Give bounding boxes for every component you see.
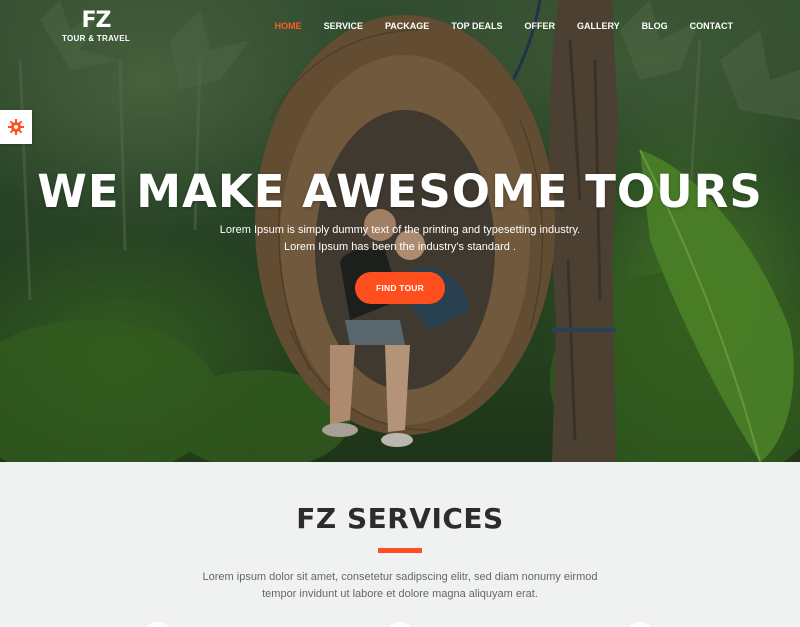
- hero-description: Lorem Ipsum is simply dummy text of the …: [0, 222, 800, 256]
- hero-section: FZ TOUR & TRAVEL HOME SERVICE PACKAGE TO…: [0, 0, 800, 462]
- logo-mark: FZ: [81, 8, 112, 33]
- nav-item-home[interactable]: HOME: [264, 20, 313, 32]
- service-icon-circle: [385, 622, 415, 627]
- find-tour-button[interactable]: FIND TOUR: [355, 272, 445, 304]
- site-logo[interactable]: FZ TOUR & TRAVEL: [60, 8, 132, 44]
- title-underline: [378, 548, 422, 553]
- hero-description-line-1: Lorem Ipsum is simply dummy text of the …: [219, 224, 581, 236]
- gear-icon: [8, 119, 24, 135]
- nav-item-package[interactable]: PACKAGE: [374, 20, 440, 32]
- services-description-line-1: Lorem ipsum dolor sit amet, consetetur s…: [202, 571, 598, 583]
- nav-item-contact[interactable]: CONTACT: [679, 20, 744, 32]
- services-description-line-2: tempor invidunt ut labore et dolore magn…: [262, 588, 538, 600]
- service-icon-circle: [625, 622, 655, 627]
- hero-title: WE MAKE AWESOME TOURS: [37, 165, 763, 218]
- nav-item-gallery[interactable]: GALLERY: [566, 20, 631, 32]
- nav-item-blog[interactable]: BLOG: [631, 20, 679, 32]
- hero-description-line-2: Lorem Ipsum has been the industry's stan…: [283, 241, 516, 253]
- services-description: Lorem ipsum dolor sit amet, consetetur s…: [0, 569, 800, 603]
- nav-item-offer[interactable]: OFFER: [514, 20, 567, 32]
- nav-item-service[interactable]: SERVICE: [313, 20, 374, 32]
- settings-toggle-button[interactable]: [0, 110, 32, 144]
- main-nav: HOME SERVICE PACKAGE TOP DEALS OFFER GAL…: [264, 20, 744, 32]
- logo-subtitle: TOUR & TRAVEL: [61, 34, 131, 43]
- service-icon-circle: [143, 622, 173, 627]
- services-title: FZ SERVICES: [296, 502, 504, 535]
- nav-item-top-deals[interactable]: TOP DEALS: [440, 20, 513, 32]
- services-section: FZ SERVICES Lorem ipsum dolor sit amet, …: [0, 462, 800, 627]
